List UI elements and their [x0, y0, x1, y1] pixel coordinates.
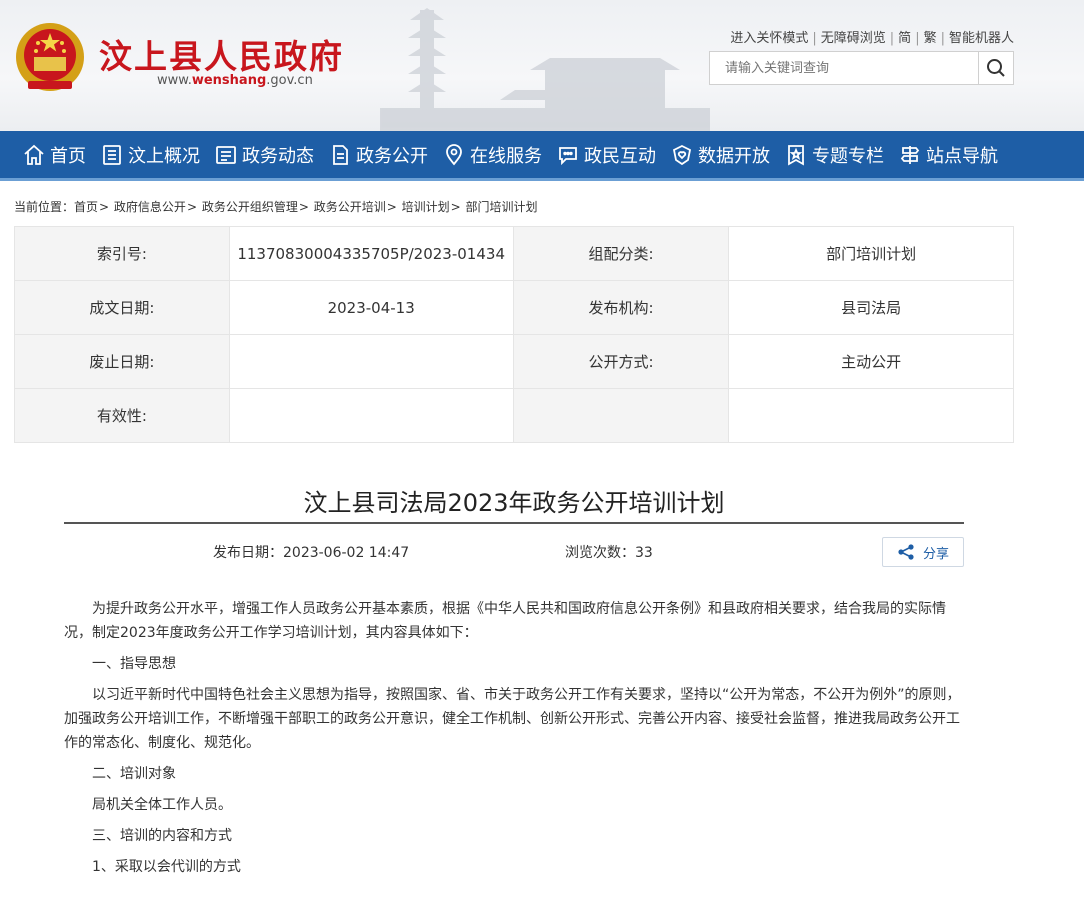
traditional-chinese-link[interactable]: 繁 [924, 31, 937, 46]
meta-value: 主动公开 [728, 334, 1014, 389]
nav-label: 专题专栏 [812, 145, 884, 167]
nav-label: 汶上概况 [128, 145, 200, 167]
location-icon [446, 143, 462, 165]
meta-key: 有效性: [14, 388, 230, 443]
meta-key: 公开方式: [512, 334, 730, 389]
view-count: 浏览次数：33 [565, 545, 653, 561]
table-row: 有效性: [14, 388, 1014, 443]
separator: | [940, 31, 945, 46]
nav-item-overview[interactable]: 汶上概况 [100, 142, 200, 168]
meta-key: 废止日期: [14, 334, 230, 389]
breadcrumb-separator: > [298, 200, 309, 214]
meta-value: 部门培训计划 [728, 226, 1014, 281]
national-emblem-icon [16, 23, 84, 91]
breadcrumb-separator: > [450, 200, 461, 214]
top-links: 进入关怀模式 | 无障碍浏览 | 简 | 繁 | 智能机器人 [730, 27, 1014, 46]
site-url-prefix: www. [157, 73, 192, 88]
breadcrumb-item[interactable]: 政府信息公开 [114, 200, 186, 214]
breadcrumb-separator: > [386, 200, 397, 214]
care-mode-link[interactable]: 进入关怀模式 [730, 31, 808, 46]
document-meta-table: 索引号: 11370830004335705P/2023-01434 组配分类:… [14, 226, 1014, 443]
table-row: 索引号: 11370830004335705P/2023-01434 组配分类:… [14, 226, 1014, 281]
main-nav: 首页 汶上概况 政务动态 政务公开 在线服务 政民互动 数据开放 专题专栏 站点… [0, 131, 1084, 181]
section-heading: 二、培训对象 [92, 766, 176, 782]
list-icon [216, 145, 236, 164]
nav-item-gov-open[interactable]: 政务公开 [328, 142, 428, 168]
site-url-suffix: .gov.cn [266, 73, 313, 88]
meta-key: 索引号: [14, 226, 230, 281]
section-heading: 三、培训的内容和方式 [92, 828, 232, 844]
breadcrumb-item-home[interactable]: 首页 [74, 200, 98, 214]
article-body: 为提升政务公开水平，增强工作人员政务公开基本素质，根据《中华人民共和国政府信息公… [64, 597, 964, 886]
meta-value: 2023-04-13 [228, 280, 514, 335]
smart-robot-link[interactable]: 智能机器人 [949, 31, 1014, 46]
pagoda-scenery-image [380, 8, 710, 131]
paragraph: 局机关全体工作人员。 [92, 797, 232, 813]
nav-label: 政务公开 [356, 145, 428, 167]
signpost-icon [900, 145, 920, 164]
title-divider [64, 522, 964, 524]
nav-item-home[interactable]: 首页 [22, 142, 86, 168]
paragraph: 1、采取以会代训的方式 [92, 859, 241, 875]
separator: | [889, 31, 895, 46]
paragraph: 以习近平新时代中国特色社会主义思想为指导，按照国家、省、市关于政务公开工作有关要… [64, 687, 961, 751]
search-box [709, 51, 1014, 85]
meta-value [228, 388, 514, 443]
breadcrumb-item-current[interactable]: 部门培训计划 [466, 200, 538, 214]
meta-value: 县司法局 [728, 280, 1014, 335]
publish-date: 发布日期：2023-06-02 14:47 [213, 545, 410, 561]
search-button[interactable] [978, 52, 1013, 84]
star-badge-icon [788, 144, 804, 166]
nav-label: 政民互动 [584, 145, 656, 167]
nav-label: 首页 [50, 145, 86, 167]
nav-item-online-service[interactable]: 在线服务 [442, 142, 542, 168]
separator: | [915, 31, 920, 46]
search-input[interactable] [710, 52, 978, 84]
paragraph: 为提升政务公开水平，增强工作人员政务公开基本素质，根据《中华人民共和国政府信息公… [64, 601, 946, 641]
nav-item-interaction[interactable]: 政民互动 [556, 142, 656, 168]
meta-value: 11370830004335705P/2023-01434 [228, 226, 514, 281]
separator: | [812, 31, 817, 46]
table-row: 废止日期: 公开方式: 主动公开 [14, 334, 1014, 389]
nav-item-open-data[interactable]: 数据开放 [670, 142, 770, 168]
site-title: 汶上县人民政府 [99, 37, 344, 76]
share-label: 分享 [922, 546, 949, 562]
meta-value [728, 388, 1014, 443]
chat-icon [559, 146, 577, 165]
site-url-brand: wenshang [191, 73, 267, 88]
document-icon [333, 144, 348, 165]
simplified-chinese-link[interactable]: 简 [898, 31, 911, 46]
accessibility-link[interactable]: 无障碍浏览 [821, 31, 886, 46]
nav-item-special-topics[interactable]: 专题专栏 [784, 142, 884, 168]
section-heading: 一、指导思想 [92, 656, 176, 672]
breadcrumb-prefix: 当前位置： [14, 200, 75, 214]
meta-value [228, 334, 514, 389]
nav-item-news[interactable]: 政务动态 [214, 142, 314, 168]
heart-shield-icon [672, 144, 692, 165]
home-icon [24, 144, 44, 165]
meta-key: 组配分类: [512, 226, 730, 281]
nav-label: 站点导航 [926, 145, 998, 167]
nav-label: 政务动态 [242, 145, 314, 167]
article-title: 汶上县司法局2023年政务公开培训计划 [303, 489, 725, 517]
share-button[interactable]: 分享 [882, 537, 964, 567]
breadcrumb-item[interactable]: 培训计划 [402, 200, 450, 214]
nav-label: 在线服务 [470, 145, 542, 167]
table-row: 成文日期: 2023-04-13 发布机构: 县司法局 [14, 280, 1014, 335]
site-header: 汶上县人民政府 www.wenshang.gov.cn 进入关怀模式 | 无障碍浏览… [0, 0, 1084, 131]
book-icon [103, 144, 121, 165]
search-icon [987, 59, 1005, 77]
nav-item-site-map[interactable]: 站点导航 [898, 142, 998, 168]
share-icon [898, 544, 914, 560]
meta-key: 成文日期: [14, 280, 230, 335]
site-url: www.wenshang.gov.cn [157, 73, 313, 88]
breadcrumb-item[interactable]: 政务公开组织管理 [202, 200, 298, 214]
breadcrumb-separator: > [186, 200, 197, 214]
nav-label: 数据开放 [698, 145, 770, 167]
meta-key [512, 388, 730, 443]
breadcrumb: 当前位置：首页> 政府信息公开> 政务公开组织管理> 政务公开培训> 培训计划>… [14, 198, 538, 215]
meta-key: 发布机构: [512, 280, 730, 335]
breadcrumb-item[interactable]: 政务公开培训 [314, 200, 386, 214]
breadcrumb-separator: > [99, 200, 110, 214]
